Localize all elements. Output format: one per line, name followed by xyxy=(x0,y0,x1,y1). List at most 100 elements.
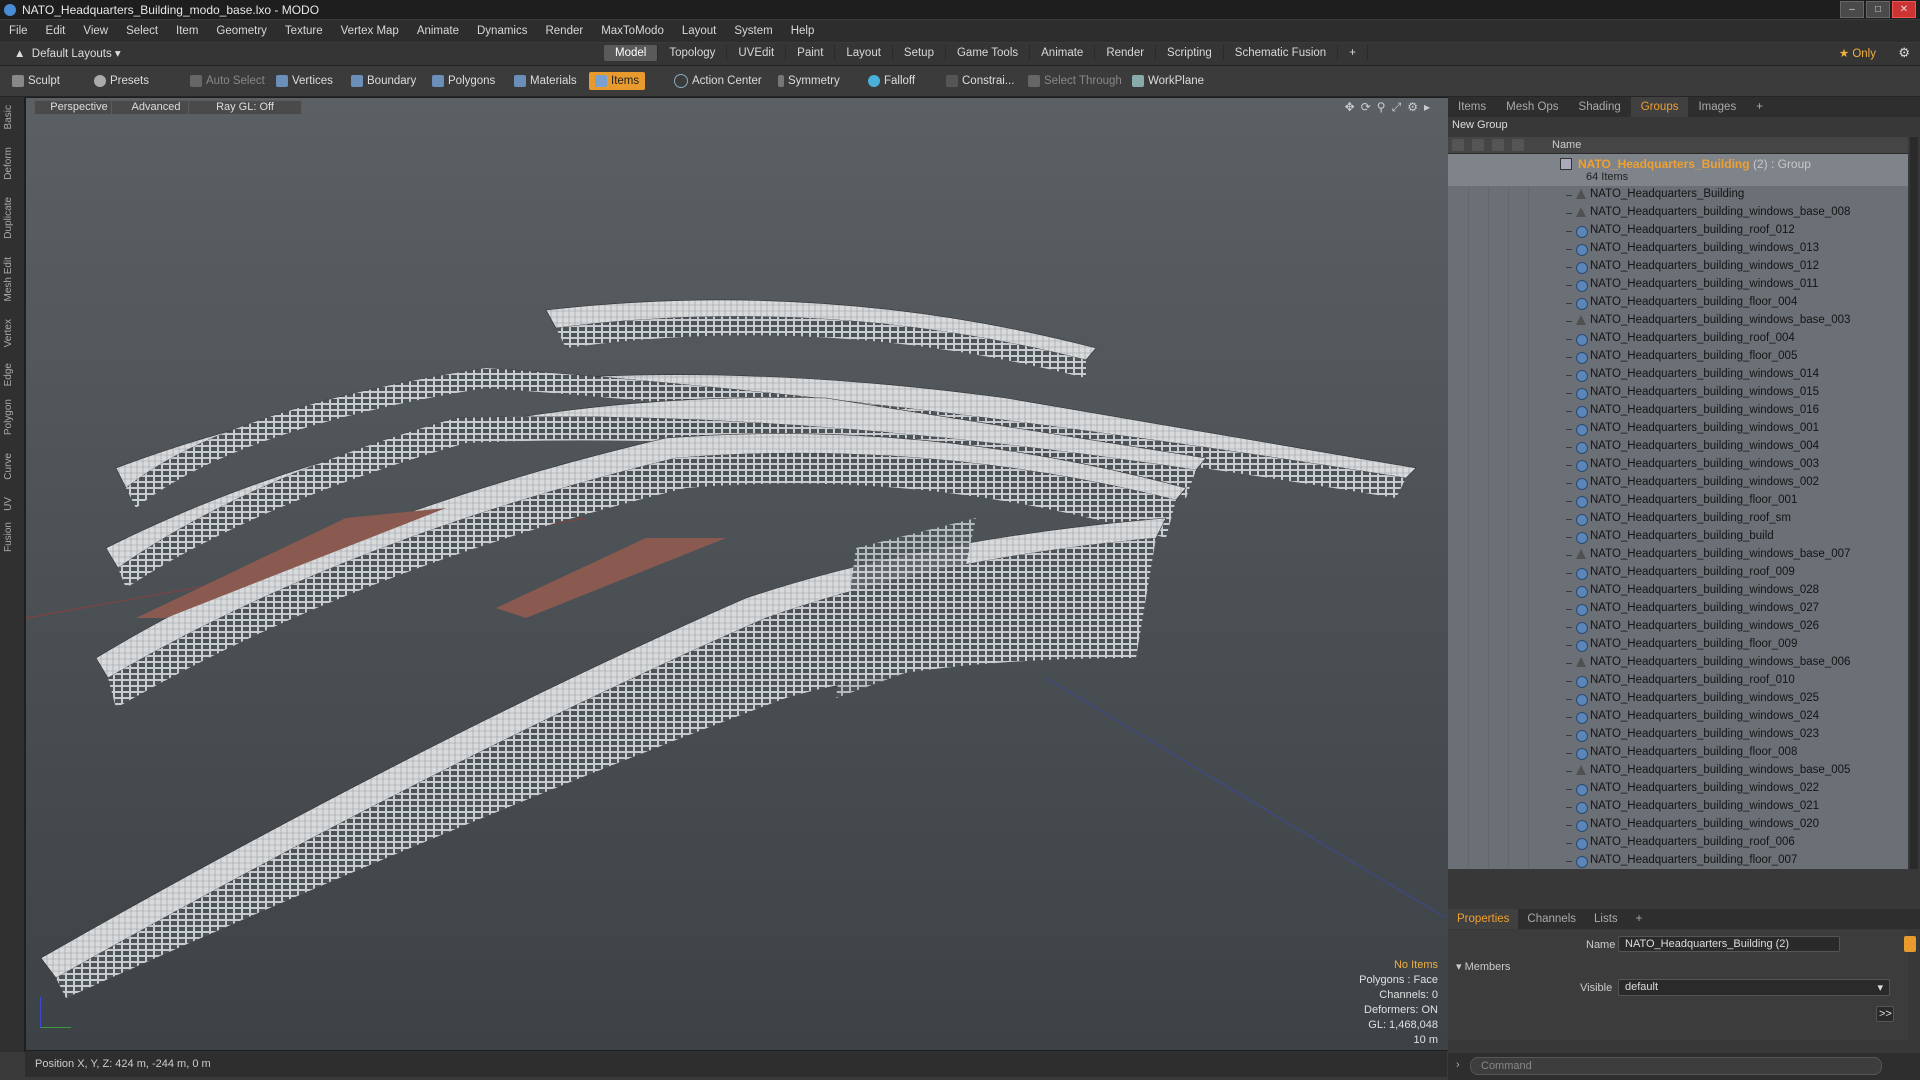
list-item[interactable]: NATO_Headquarters_building_windows_base_… xyxy=(1448,204,1908,222)
tab-setup[interactable]: Setup xyxy=(893,45,946,61)
left-tab-curve[interactable]: Curve xyxy=(3,453,14,480)
layout-dropdown[interactable]: ▲ Default Layouts ▾ xyxy=(14,46,121,60)
list-item[interactable]: NATO_Headquarters_building_windows_base_… xyxy=(1448,546,1908,564)
left-tab-basic[interactable]: Basic xyxy=(3,105,14,129)
pan-icon[interactable]: ✥ xyxy=(1345,100,1355,115)
gear-icon[interactable]: ⚙ xyxy=(1898,45,1910,61)
materials-button[interactable]: Materials xyxy=(508,72,583,90)
list-item[interactable]: NATO_Headquarters_building_floor_007 xyxy=(1448,852,1908,869)
list-item[interactable]: NATO_Headquarters_building_windows_002 xyxy=(1448,474,1908,492)
menu-geometry[interactable]: Geometry xyxy=(207,25,276,37)
tab-mesh-ops[interactable]: Mesh Ops xyxy=(1496,101,1568,113)
add-panel-tab-button[interactable]: + xyxy=(1746,101,1773,113)
tab-scripting[interactable]: Scripting xyxy=(1156,45,1224,61)
expand-members-button[interactable]: >> xyxy=(1876,1006,1894,1022)
list-item[interactable]: NATO_Headquarters_building_roof_010 xyxy=(1448,672,1908,690)
list-item[interactable]: NATO_Headquarters_building_windows_024 xyxy=(1448,708,1908,726)
left-tab-fusion[interactable]: Fusion xyxy=(3,522,14,552)
add-tab-button[interactable]: + xyxy=(1338,45,1368,61)
close-button[interactable]: ✕ xyxy=(1892,1,1916,18)
menu-edit[interactable]: Edit xyxy=(37,25,75,37)
tab-model[interactable]: Model xyxy=(604,45,659,61)
zoom-icon[interactable]: ⚲ xyxy=(1377,100,1386,115)
menu-select[interactable]: Select xyxy=(117,25,167,37)
symmetry-button[interactable]: Symmetry xyxy=(772,72,846,90)
viewport-menu-icon[interactable]: ▸ xyxy=(1424,100,1430,115)
left-tab-vertex[interactable]: Vertex xyxy=(3,319,14,347)
tab-channels[interactable]: Channels xyxy=(1518,913,1585,925)
list-item[interactable]: NATO_Headquarters_building_floor_008 xyxy=(1448,744,1908,762)
falloff-button[interactable]: Falloff xyxy=(862,72,921,90)
vertices-button[interactable]: Vertices xyxy=(270,72,339,90)
tab-uvedit[interactable]: UVEdit xyxy=(727,45,787,61)
sculpt-button[interactable]: Sculpt xyxy=(6,72,66,90)
list-item[interactable]: NATO_Headquarters_building_windows_004 xyxy=(1448,438,1908,456)
new-group-button[interactable]: New Group xyxy=(1452,119,1508,131)
tab-shading[interactable]: Shading xyxy=(1569,101,1631,113)
list-item[interactable]: NATO_Headquarters_building_windows_011 xyxy=(1448,276,1908,294)
3d-viewport[interactable]: Perspective Advanced Ray GL: Off ✥ ⟳ ⚲ ⤢… xyxy=(25,97,1449,1051)
left-tab-duplicate[interactable]: Duplicate xyxy=(3,197,14,239)
list-item[interactable]: NATO_Headquarters_building_windows_base_… xyxy=(1448,762,1908,780)
name-options-button[interactable] xyxy=(1904,936,1916,952)
group-row[interactable]: NATO_Headquarters_Building (2) : Group 6… xyxy=(1448,154,1908,186)
menu-maxtomodo[interactable]: MaxToModo xyxy=(592,25,673,37)
list-item[interactable]: NATO_Headquarters_building_windows_014 xyxy=(1448,366,1908,384)
list-item[interactable]: NATO_Headquarters_building_roof_004 xyxy=(1448,330,1908,348)
left-tab-mesh-edit[interactable]: Mesh Edit xyxy=(3,257,14,301)
presets-button[interactable]: Presets xyxy=(88,72,155,90)
list-item[interactable]: NATO_Headquarters_building_windows_015 xyxy=(1448,384,1908,402)
left-tab-polygon[interactable]: Polygon xyxy=(3,399,14,435)
menu-vertex-map[interactable]: Vertex Map xyxy=(332,25,408,37)
boundary-button[interactable]: Boundary xyxy=(345,72,422,90)
menu-dynamics[interactable]: Dynamics xyxy=(468,25,536,37)
tab-schematic-fusion[interactable]: Schematic Fusion xyxy=(1224,45,1339,61)
tab-paint[interactable]: Paint xyxy=(786,45,836,61)
left-tab-uv[interactable]: UV xyxy=(3,497,14,511)
constraints-button[interactable]: Constrai... xyxy=(940,72,1020,90)
fit-icon[interactable]: ⤢ xyxy=(1392,100,1402,115)
list-item[interactable]: NATO_Headquarters_building_roof_012 xyxy=(1448,222,1908,240)
list-item[interactable]: NATO_Headquarters_building_roof_009 xyxy=(1448,564,1908,582)
list-item[interactable]: NATO_Headquarters_building_windows_025 xyxy=(1448,690,1908,708)
menu-animate[interactable]: Animate xyxy=(408,25,468,37)
tab-render[interactable]: Render xyxy=(1095,45,1157,61)
only-toggle[interactable]: ★ Only xyxy=(1839,46,1876,60)
polygons-button[interactable]: Polygons xyxy=(426,72,501,90)
viewport-gear-icon[interactable]: ⚙ xyxy=(1407,100,1418,115)
raygl-toggle[interactable]: Ray GL: Off xyxy=(188,100,302,115)
list-item[interactable]: NATO_Headquarters_building_windows_023 xyxy=(1448,726,1908,744)
list-item[interactable]: NATO_Headquarters_building_windows_base_… xyxy=(1448,312,1908,330)
menu-layout[interactable]: Layout xyxy=(673,25,726,37)
list-item[interactable]: NATO_Headquarters_building_windows_022 xyxy=(1448,780,1908,798)
list-item[interactable]: NATO_Headquarters_building_windows_013 xyxy=(1448,240,1908,258)
members-section[interactable]: ▾ Members xyxy=(1456,960,1510,973)
list-item[interactable]: NATO_Headquarters_building_windows_027 xyxy=(1448,600,1908,618)
list-item[interactable]: NATO_Headquarters_building_windows_026 xyxy=(1448,618,1908,636)
visible-dropdown[interactable]: default ▾ xyxy=(1618,979,1890,996)
list-item[interactable]: NATO_Headquarters_Building xyxy=(1448,186,1908,204)
list-item[interactable]: NATO_Headquarters_building_floor_005 xyxy=(1448,348,1908,366)
list-item[interactable]: NATO_Headquarters_building_floor_001 xyxy=(1448,492,1908,510)
menu-file[interactable]: File xyxy=(0,25,37,37)
items-button[interactable]: Items xyxy=(589,72,646,90)
maximize-button[interactable]: □ xyxy=(1866,1,1890,18)
list-item[interactable]: NATO_Headquarters_building_roof_006 xyxy=(1448,834,1908,852)
tab-properties[interactable]: Properties xyxy=(1448,909,1519,929)
list-scrollbar[interactable] xyxy=(1910,137,1918,869)
tab-animate[interactable]: Animate xyxy=(1030,45,1096,61)
menu-render[interactable]: Render xyxy=(536,25,592,37)
auto-select-button[interactable]: Auto Select xyxy=(184,72,271,90)
tab-game-tools[interactable]: Game Tools xyxy=(946,45,1031,61)
menu-system[interactable]: System xyxy=(725,25,781,37)
tab-groups[interactable]: Groups xyxy=(1630,97,1689,117)
command-input[interactable]: Command xyxy=(1470,1057,1882,1075)
list-item[interactable]: NATO_Headquarters_building_windows_base_… xyxy=(1448,654,1908,672)
list-item[interactable]: NATO_Headquarters_building_windows_012 xyxy=(1448,258,1908,276)
select-through-button[interactable]: Select Through xyxy=(1022,72,1128,90)
list-item[interactable]: NATO_Headquarters_building_windows_028 xyxy=(1448,582,1908,600)
menu-view[interactable]: View xyxy=(74,25,117,37)
list-item[interactable]: NATO_Headquarters_building_windows_020 xyxy=(1448,816,1908,834)
tab-items[interactable]: Items xyxy=(1448,101,1496,113)
menu-item[interactable]: Item xyxy=(167,25,207,37)
